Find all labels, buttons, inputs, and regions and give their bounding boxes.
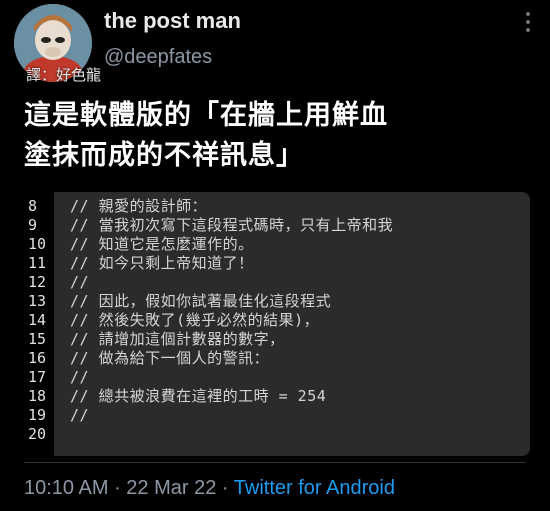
line-number: 15 bbox=[28, 329, 47, 348]
code-line: 14 // 然後失敗了(幾乎必然的結果)， bbox=[24, 310, 320, 330]
line-number: 13 bbox=[28, 291, 47, 310]
code-line: 10 // 知道它是怎麼運作的。 bbox=[24, 234, 254, 254]
code-line: 18 // 總共被浪費在這裡的工時 = 254 bbox=[24, 386, 327, 406]
line-number: 18 bbox=[28, 386, 47, 405]
tweet-text-line: 塗抹而成的不祥訊息」 bbox=[24, 140, 304, 171]
tweet-text-line: 這是軟體版的「在牆上用鮮血 bbox=[24, 100, 388, 131]
code-line: 11 // 如今只剩上帝知道了！ bbox=[24, 253, 254, 273]
translator-note: 譯：好色龍 bbox=[26, 66, 102, 84]
code-line: 17 // bbox=[24, 367, 89, 386]
code-comment: // 當我初次寫下這段程式碼時，只有上帝和我 bbox=[70, 216, 394, 234]
line-number: 8 bbox=[28, 196, 38, 215]
code-line: 13 // 因此，假如你試著最佳化這段程式 bbox=[24, 291, 332, 311]
code-line: 9 // 當我初次寫下這段程式碼時，只有上帝和我 bbox=[24, 215, 394, 235]
line-number: 20 bbox=[28, 424, 47, 443]
source-link[interactable]: Twitter for Android bbox=[234, 477, 395, 499]
code-comment: // 親愛的設計師： bbox=[70, 197, 208, 215]
code-comment: // bbox=[70, 272, 90, 291]
tweet-date[interactable]: 22 Mar 22 bbox=[126, 477, 216, 499]
meta-separator: · bbox=[216, 477, 234, 499]
tweet-time[interactable]: 10:10 AM bbox=[24, 477, 109, 499]
line-number: 19 bbox=[28, 405, 47, 424]
more-vertical-icon[interactable] bbox=[526, 12, 530, 32]
code-image[interactable]: 8 // 親愛的設計師： 9 // 當我初次寫下這段程式碼時，只有上帝和我 10 //… bbox=[24, 192, 530, 456]
more-dot bbox=[526, 20, 530, 24]
code-comment: // 請增加這個計數器的數字， bbox=[70, 330, 285, 348]
line-number: 16 bbox=[28, 348, 47, 367]
code-comment: // bbox=[70, 367, 90, 386]
code-comment: // bbox=[70, 405, 90, 424]
code-comment: // 如今只剩上帝知道了！ bbox=[70, 254, 254, 272]
code-comment: // 知道它是怎麼運作的。 bbox=[70, 235, 254, 253]
more-dot bbox=[526, 12, 530, 16]
code-comment: // 總共被浪費在這裡的工時 = 254 bbox=[70, 387, 327, 405]
code-comment: // 做為給下一個人的警訊： bbox=[70, 349, 270, 367]
divider bbox=[24, 462, 526, 463]
meta-separator: · bbox=[108, 477, 127, 499]
line-number: 11 bbox=[28, 253, 47, 272]
code-line: 8 // 親愛的設計師： bbox=[24, 196, 208, 216]
author-handle[interactable]: @deepfates bbox=[104, 46, 212, 69]
line-number: 10 bbox=[28, 234, 47, 253]
tweet-meta: 10:10 AM · 22 Mar 22 · Twitter for Andro… bbox=[24, 477, 395, 500]
code-line: 20 bbox=[24, 424, 70, 443]
line-number: 9 bbox=[28, 215, 38, 234]
line-number: 12 bbox=[28, 272, 47, 291]
code-comment: // 因此，假如你試著最佳化這段程式 bbox=[70, 292, 332, 310]
code-line: 16 // 做為給下一個人的警訊： bbox=[24, 348, 270, 368]
code-line: 15 // 請增加這個計數器的數字， bbox=[24, 329, 285, 349]
line-number: 17 bbox=[28, 367, 47, 386]
code-line: 12 // bbox=[24, 272, 89, 291]
code-line: 19 // bbox=[24, 405, 89, 424]
line-number: 14 bbox=[28, 310, 47, 329]
author-display-name[interactable]: the post man bbox=[104, 8, 241, 34]
more-dot bbox=[526, 28, 530, 32]
tweet-text: 這是軟體版的「在牆上用鮮血 塗抹而成的不祥訊息」 bbox=[24, 96, 534, 176]
code-comment: // 然後失敗了(幾乎必然的結果)， bbox=[70, 311, 320, 329]
